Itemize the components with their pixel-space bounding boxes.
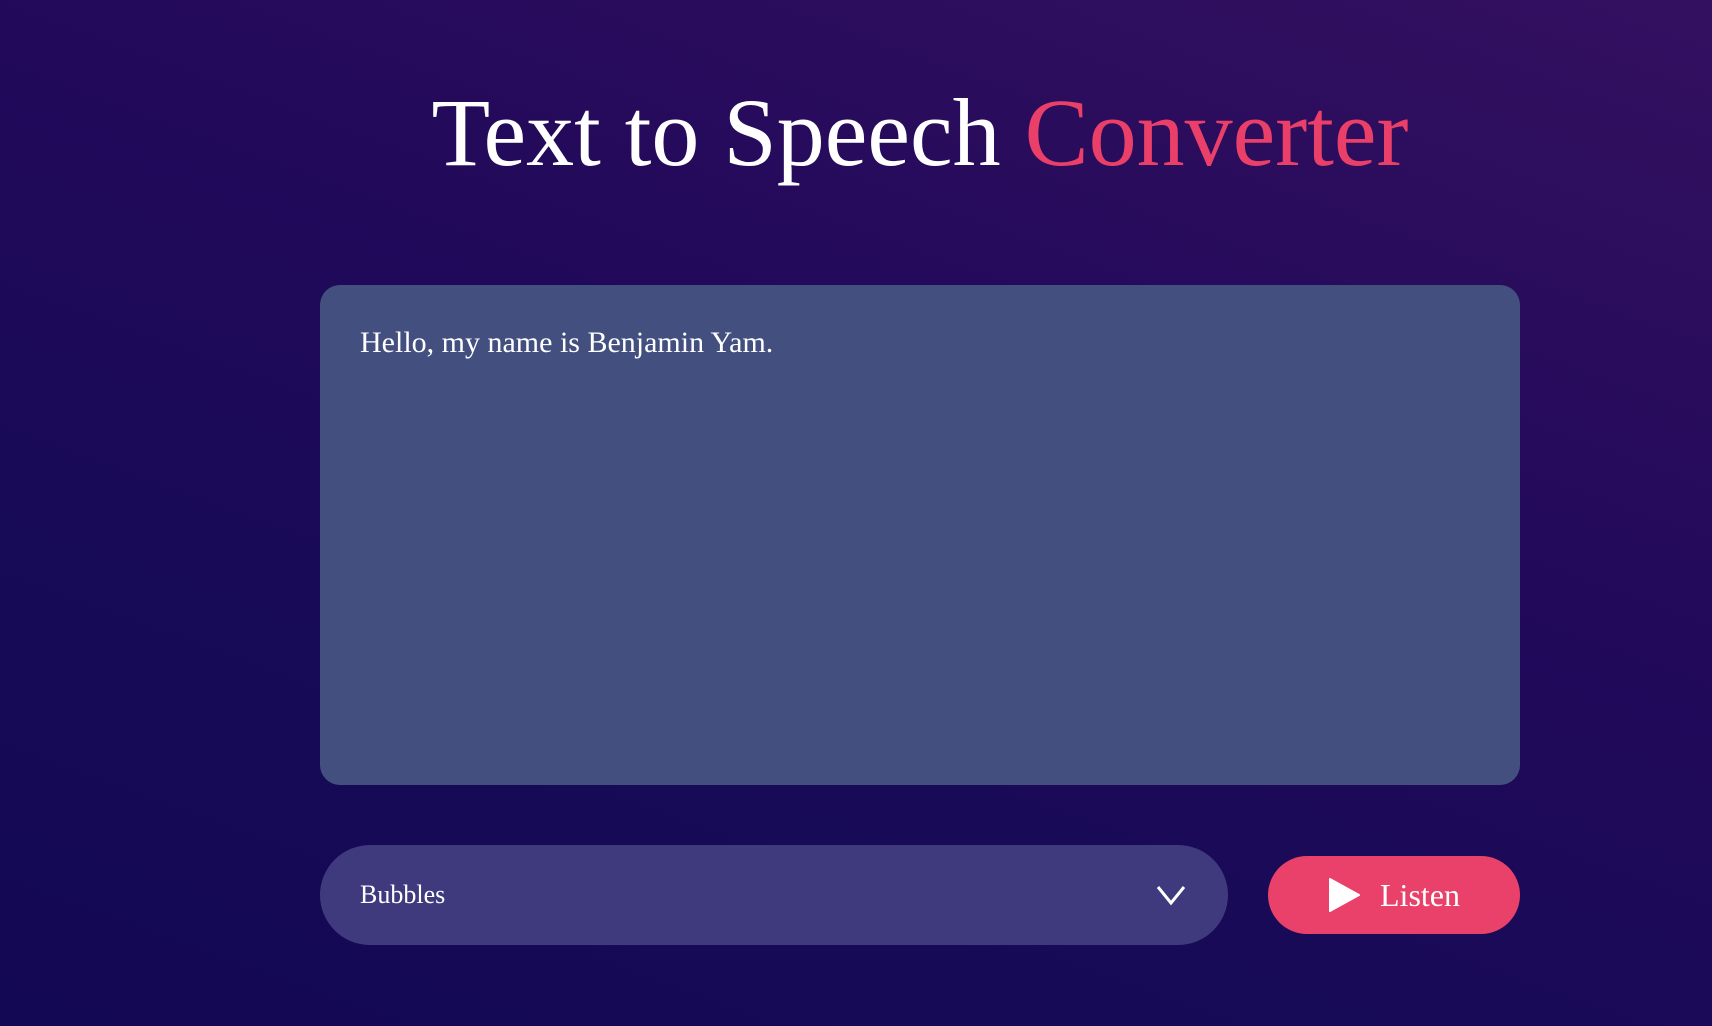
listen-button-label: Listen <box>1380 876 1460 913</box>
voice-select[interactable]: Bubbles <box>320 845 1228 945</box>
play-icon <box>1328 878 1360 912</box>
title-accent: Converter <box>1024 79 1409 186</box>
title-main: Text to Speech <box>431 79 1001 186</box>
chevron-down-icon <box>1154 881 1188 909</box>
text-input[interactable]: Hello, my name is Benjamin Yam. <box>320 285 1520 785</box>
listen-button[interactable]: Listen <box>1268 856 1520 934</box>
voice-select-value: Bubbles <box>360 880 446 909</box>
page-title: Text to Speech Converter <box>0 78 1712 188</box>
